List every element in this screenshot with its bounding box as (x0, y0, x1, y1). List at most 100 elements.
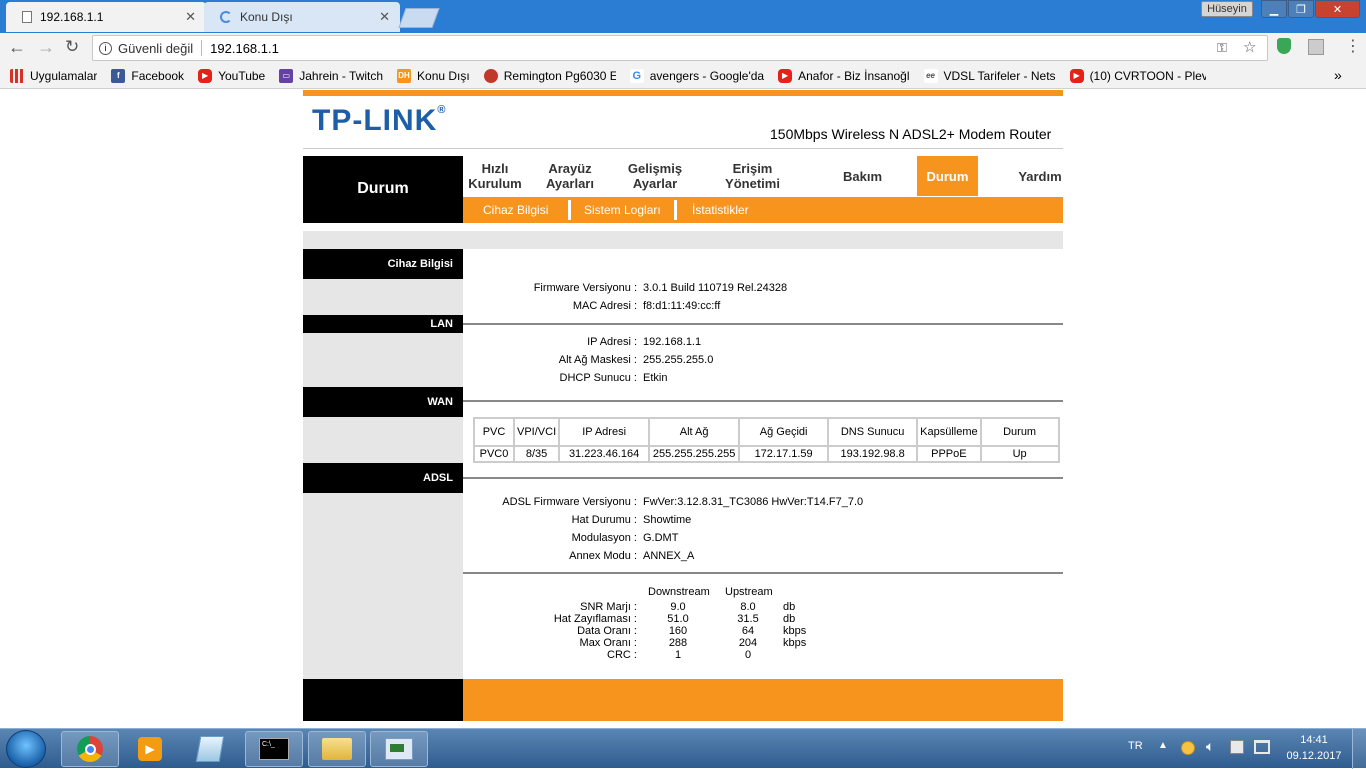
reload-icon[interactable]: ↻ (65, 37, 79, 57)
max-rate-label: Max Oranı : (579, 637, 637, 649)
more-bookmarks-icon[interactable]: » (1334, 67, 1342, 83)
table-header: Kapsülleme (916, 417, 982, 447)
bookmark-facebook[interactable]: f Facebook (111, 68, 184, 83)
browser-titlebar: 192.168.1.1 ✕ Konu Dışı ✕ Hüseyin ▁ ❐ ✕ (0, 0, 1366, 34)
lan-mask-label: Alt Ağ Maskesi : (558, 354, 637, 366)
footer-orange (463, 679, 1063, 721)
nav-erisim-yonetimi[interactable]: Erişim Yönetimi (710, 156, 795, 196)
max-rate-up: 204 (738, 637, 758, 649)
network-app-icon (385, 738, 413, 760)
nav-arayuz-ayarlari[interactable]: Arayüz Ayarları (535, 156, 605, 196)
nav-label: Yardım (1018, 168, 1062, 184)
address-bar[interactable]: i Güvenli değil 192.168.1.1 ⚿ ☆ (92, 35, 1268, 61)
subnav-sistem-loglari[interactable]: Sistem Logları (584, 197, 661, 223)
header-divider (303, 148, 1063, 149)
section-adsl: ADSL (303, 463, 463, 493)
network-icon[interactable] (1254, 740, 1270, 754)
back-icon[interactable]: ← (8, 37, 26, 58)
forward-icon[interactable]: → (37, 37, 55, 58)
snr-label: SNR Marjı : (580, 601, 637, 613)
tab-title: 192.168.1.1 (40, 10, 104, 24)
folder-icon (322, 738, 352, 760)
nav-yardim[interactable]: Yardım (1010, 156, 1070, 196)
star-icon[interactable]: ☆ (1243, 38, 1256, 56)
lan-mask-value: 255.255.255.0 (643, 354, 714, 366)
bookmark-konu-disi[interactable]: DH Konu Dışı (397, 68, 470, 83)
table-header: Ağ Geçidi (738, 417, 830, 447)
dh-icon: DH (397, 68, 412, 83)
snr-down: 9.0 (670, 601, 686, 613)
browser-toolbar: ← → ↻ i Güvenli değil 192.168.1.1 ⚿ ☆ ⋮ (0, 33, 1366, 63)
data-rate-unit: kbps (783, 625, 807, 637)
subnav-label: İstatistikler (692, 203, 749, 217)
attenuation-up: 31.5 (737, 613, 759, 625)
clock-time[interactable]: 14:41 (1296, 734, 1332, 746)
bookmark-anafor[interactable]: ▶ Anafor - Biz İnsanoğl (778, 68, 910, 83)
tab-konu-disi[interactable]: Konu Dışı ✕ (204, 2, 400, 32)
nav-label: Durum (926, 168, 969, 184)
menu-icon[interactable]: ⋮ (1345, 36, 1361, 56)
nav-hizli-kurulum[interactable]: Hızlı Kurulum (463, 156, 527, 196)
maximize-button[interactable]: ❐ (1288, 0, 1314, 18)
taskbar-media-player[interactable]: ▶ (121, 731, 179, 767)
tab-title: Konu Dışı (240, 10, 293, 24)
close-tab-icon[interactable]: ✕ (185, 9, 196, 25)
firmware-label: Firmware Versiyonu : (533, 282, 637, 294)
tab-router[interactable]: 192.168.1.1 ✕ (6, 2, 206, 32)
shield-extension-icon[interactable] (1277, 38, 1291, 54)
bookmark-remington[interactable]: Remington Pg6030 E (483, 68, 616, 83)
bookmarks-bar: Uygulamalar f Facebook ▶ YouTube ▭ Jahrein … (0, 63, 1366, 89)
new-tab-button[interactable] (398, 8, 440, 28)
show-desktop-button[interactable] (1352, 729, 1366, 769)
start-button[interactable] (6, 730, 46, 768)
subnav-istatistikler[interactable]: İstatistikler (692, 197, 749, 223)
url-text[interactable]: 192.168.1.1 (210, 41, 279, 56)
youtube-icon: ▶ (778, 68, 793, 83)
taskbar-notepad[interactable] (181, 731, 239, 767)
language-indicator[interactable]: TR (1128, 740, 1143, 752)
table-cell: 31.223.46.164 (558, 445, 651, 463)
profile-button[interactable]: Hüseyin (1201, 1, 1253, 17)
snr-unit: db (783, 601, 796, 613)
section-label: LAN (430, 318, 453, 330)
info-icon[interactable]: i (99, 41, 112, 55)
clock-date[interactable]: 09.12.2017 (1283, 750, 1345, 762)
firmware-value: 3.0.1 Build 110719 Rel.24328 (643, 282, 788, 294)
bookmark-apps[interactable]: Uygulamalar (10, 68, 97, 83)
bookmark-google[interactable]: Gavengers - Google'da (629, 68, 764, 83)
close-window-button[interactable]: ✕ (1315, 0, 1360, 18)
subnav-label: Cihaz Bilgisi (483, 203, 549, 217)
table-cell: 193.192.98.8 (827, 445, 919, 463)
bookmark-youtube[interactable]: ▶ YouTube (198, 68, 266, 83)
data-rate-up: 64 (741, 625, 755, 637)
subnav-separator (568, 200, 571, 220)
media-player-icon: ▶ (138, 737, 162, 761)
google-icon: G (629, 68, 644, 83)
nav-bakim[interactable]: Bakım (830, 156, 895, 196)
extension-icon[interactable] (1308, 39, 1324, 55)
nav-gelismis-ayarlar[interactable]: Gelişmiş Ayarlar (615, 156, 695, 196)
minimize-button[interactable]: ▁ (1261, 0, 1287, 18)
key-icon[interactable]: ⚿ (1217, 40, 1227, 56)
bookmark-cvrtoon[interactable]: ▶ (10) CVRTOON - Plev (1069, 68, 1206, 83)
taskbar-explorer[interactable] (308, 731, 366, 767)
show-hidden-icons[interactable]: ▲ (1158, 740, 1168, 751)
bookmark-twitch[interactable]: ▭ Jahrein - Twitch (279, 68, 383, 83)
subnav-cihaz-bilgisi[interactable]: Cihaz Bilgisi (483, 197, 548, 223)
taskbar-chrome[interactable] (61, 731, 119, 767)
taskbar-cmd[interactable]: C:\_ (245, 731, 303, 767)
grey-spacer (303, 231, 1063, 249)
bookmark-vdsl[interactable]: ee VDSL Tarifeler - Nets (923, 68, 1056, 83)
flag-icon[interactable] (1230, 740, 1244, 754)
nav-label: Erişim Yönetimi (725, 161, 780, 191)
taskbar-app[interactable] (370, 731, 428, 767)
weather-icon[interactable] (1181, 741, 1195, 755)
lan-ip-label: IP Adresi : (587, 336, 637, 348)
table-row: PVC0 8/35 31.223.46.164 255.255.255.255 … (473, 445, 1060, 463)
close-tab-icon[interactable]: ✕ (379, 9, 390, 25)
logo-mark: ® (437, 104, 447, 116)
nav-durum[interactable]: Durum (917, 156, 978, 196)
bookmark-label: YouTube (218, 68, 266, 83)
volume-icon[interactable]: 🔈︎ (1206, 738, 1214, 755)
chrome-icon (77, 736, 103, 762)
